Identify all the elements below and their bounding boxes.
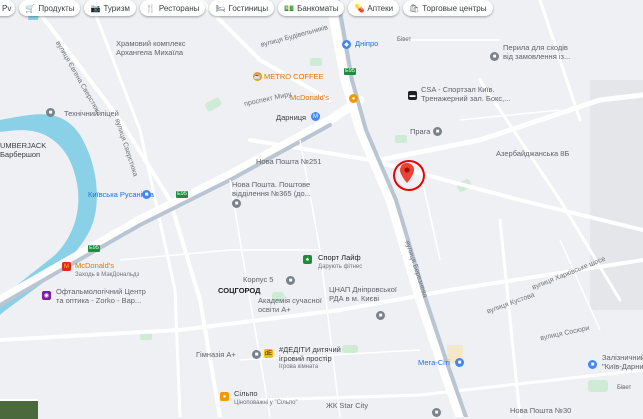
optics-icon[interactable]: ◉: [42, 291, 51, 300]
poi-label[interactable]: Дніпро: [355, 39, 378, 49]
chip-restaurants[interactable]: 🍴 Рестораны: [139, 0, 206, 16]
route-shield: E95: [176, 191, 188, 198]
poi-label[interactable]: CSA - Спортзал Київ. Тренажерний зал. Бок…: [421, 85, 510, 103]
chip-label: Гостиницы: [228, 3, 269, 13]
poi-label[interactable]: Технічний ліцей: [64, 109, 119, 119]
poi-label[interactable]: METRO COFFEE: [264, 72, 324, 82]
chip-pharmacies[interactable]: 💊 Аптеки: [348, 0, 400, 16]
poi-label[interactable]: ЖК Star City: [326, 401, 368, 411]
poi-label[interactable]: Перила для сходів від замовлення із...: [503, 43, 570, 61]
cash-icon: 💵: [284, 3, 295, 13]
poi-label[interactable]: Нова Пошта №251: [256, 157, 322, 167]
poi-label[interactable]: Корпус 5: [243, 275, 273, 285]
chip-label: Банкоматы: [297, 3, 339, 13]
fitness-icon[interactable]: ♠: [303, 255, 312, 264]
poi-label: Бівет: [617, 385, 632, 391]
church-label[interactable]: Храмовий комплекс Архангела Михаїла: [116, 39, 186, 57]
camera-icon: 📷: [90, 3, 101, 13]
chip-label: Рестораны: [158, 3, 200, 13]
grocery-icon[interactable]: ●: [220, 392, 229, 401]
poi-label[interactable]: McDonald's Заходь в МакДональдз: [75, 261, 139, 279]
poi-label[interactable]: Залізничний вокзал"Київ-Дарниця": [602, 353, 643, 371]
shop-icon[interactable]: ■: [490, 52, 499, 61]
chip-label: Продукты: [38, 3, 75, 13]
poi-label[interactable]: #ДЕДІТИ дитячий ігровий простір Ігрова кім…: [279, 345, 341, 372]
mcdonalds-icon[interactable]: M: [62, 262, 71, 271]
metro-label[interactable]: Дарниця: [276, 113, 306, 123]
train-icon[interactable]: ■: [588, 360, 597, 369]
chip-label: Торговые центры: [422, 3, 487, 13]
shopping-bag-icon: 🛍: [409, 3, 420, 13]
pharmacy-icon: 💊: [354, 3, 365, 13]
poi-label: Бівет: [397, 37, 412, 43]
mall-icon[interactable]: ■: [455, 358, 464, 367]
chip-tourism[interactable]: 📷 Туризм: [84, 0, 136, 16]
chip-atms[interactable]: 💵 Банкоматы: [278, 0, 345, 16]
poi-label[interactable]: Сільпо Ціноповажні у "Сільпо": [234, 389, 298, 407]
bed-icon: 🛏: [215, 3, 226, 13]
chip-hotels[interactable]: 🛏 Гостиницы: [209, 0, 275, 16]
poi-label[interactable]: Азербайджанська 8Б: [496, 149, 569, 159]
fastfood-icon[interactable]: ●: [349, 94, 358, 103]
poi-label[interactable]: UMBERJACK Барбершоп: [0, 141, 46, 159]
cart-icon: 🛒: [25, 3, 36, 13]
district-label: СОЦГОРОД: [218, 286, 261, 295]
language-label: Рv: [2, 3, 12, 13]
bank-icon[interactable]: ■: [433, 127, 442, 136]
chip-malls[interactable]: 🛍 Торговые центры: [403, 0, 493, 16]
route-shield: E95: [344, 68, 356, 75]
shop-icon[interactable]: ■: [432, 408, 441, 417]
layer-toggle-button[interactable]: [0, 399, 38, 419]
route-shield: E95: [88, 245, 100, 252]
poi-label[interactable]: Спорт Лайф Дарують фітнес: [318, 253, 362, 271]
poi-label[interactable]: Академія сучасної освіти А+: [258, 296, 322, 314]
transit-icon[interactable]: ■: [142, 190, 151, 199]
poi-label[interactable]: Мега-Сіті: [418, 358, 450, 368]
school-icon[interactable]: ■: [46, 108, 55, 117]
poi-label[interactable]: ЦНАП Дніпровської РДА в м. Києві: [329, 285, 397, 303]
gym-icon[interactable]: ▬: [408, 91, 417, 100]
chip-label: Аптеки: [367, 3, 394, 13]
poi-label[interactable]: Прага: [410, 127, 430, 137]
building-icon[interactable]: ■: [286, 276, 295, 285]
museum-icon[interactable]: ◆: [342, 40, 351, 49]
poi-label[interactable]: Нова Пошта №30: [510, 406, 571, 416]
poi-label[interactable]: Гімназія А+: [196, 350, 236, 360]
category-chips: Рv 🛒 Продукты 📷 Туризм 🍴 Рестораны 🛏 Гостини…: [0, 0, 493, 16]
coffee-icon[interactable]: ☕: [253, 72, 262, 81]
gov-icon[interactable]: ■: [376, 311, 385, 320]
language-chip[interactable]: Рv: [0, 0, 16, 16]
poi-label[interactable]: Офтальмологічний Центр та оптика - Zorko …: [56, 287, 146, 305]
fork-knife-icon: 🍴: [145, 3, 156, 13]
poi-label[interactable]: Нова Пошта. Поштове відділення №365 (до..…: [232, 180, 311, 198]
location-pin-icon[interactable]: [400, 163, 414, 188]
poi-label[interactable]: McDonald's: [290, 93, 329, 103]
chip-label: Туризм: [103, 3, 130, 13]
playground-icon[interactable]: dE: [264, 349, 273, 358]
metro-icon[interactable]: M: [311, 112, 320, 121]
school-icon[interactable]: ■: [252, 350, 261, 359]
post-icon[interactable]: ■: [232, 199, 241, 208]
chip-products[interactable]: 🛒 Продукты: [19, 0, 81, 16]
